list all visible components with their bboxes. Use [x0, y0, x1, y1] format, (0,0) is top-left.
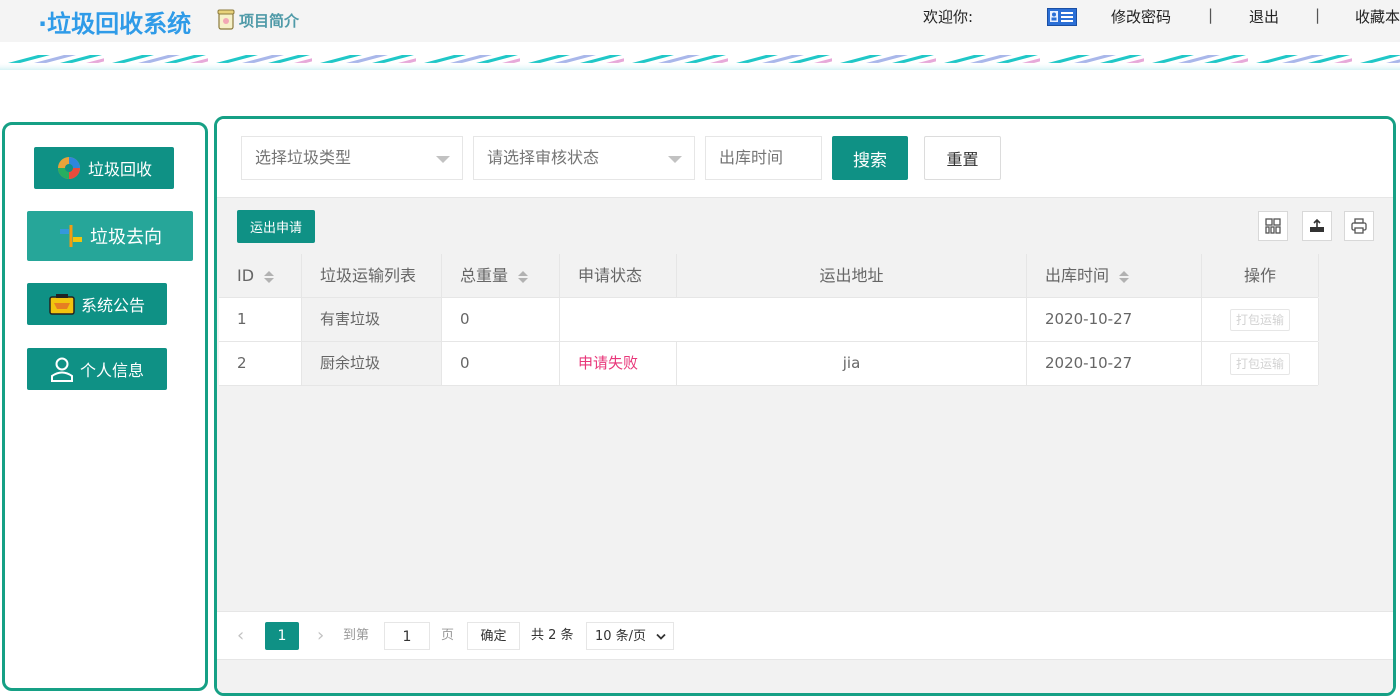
announcement-icon: [49, 294, 75, 315]
chevron-down-icon: [656, 633, 666, 640]
app-title: ·垃圾回收系统: [38, 10, 192, 38]
audit-status-placeholder: 请选择审核状态: [487, 148, 600, 167]
direction-icon: [60, 225, 82, 247]
table-row: 2 厨余垃圾 0 申请失败 jia 2020-10-27 打包运输: [219, 342, 1319, 386]
pagination: ‹ 1 › 到第 1 页 确定 共 2 条 10 条/页: [217, 611, 1393, 659]
sidebar: 垃圾回收 垃圾去向 系统公告 个人信息: [2, 122, 208, 691]
sidebar-item-personal-info[interactable]: 个人信息: [27, 348, 167, 390]
next-page-icon[interactable]: ›: [317, 622, 324, 650]
page-size-value: 10 条/页: [595, 629, 647, 644]
export-icon[interactable]: [1302, 211, 1332, 241]
total-count: 共 2 条: [531, 628, 574, 643]
decorative-stripe: [0, 50, 1400, 70]
separator: |: [1315, 6, 1321, 24]
sort-icon[interactable]: [518, 270, 529, 283]
audit-status-select[interactable]: 请选择审核状态: [473, 136, 695, 180]
cell-list: 厨余垃圾: [302, 342, 442, 385]
apply-shipment-button[interactable]: 运出申请: [237, 210, 315, 243]
sidebar-item-label: 个人信息: [79, 361, 144, 380]
columns-icon[interactable]: [1258, 211, 1288, 241]
cell-action: 打包运输: [1202, 342, 1319, 385]
cell-weight: 0: [442, 342, 560, 385]
column-header-id[interactable]: ID: [219, 254, 302, 297]
column-header-status: 申请状态: [560, 254, 677, 297]
chevron-down-icon: [436, 156, 450, 163]
cell-weight: 0: [442, 298, 560, 341]
cell-time: 2020-10-27: [1027, 298, 1202, 341]
cup-icon: [217, 9, 235, 30]
project-intro-link[interactable]: 项目简介: [216, 6, 299, 31]
chevron-down-icon: [668, 156, 682, 163]
panel-footer: [217, 659, 1393, 693]
goto-label: 到第: [343, 628, 370, 643]
table-header-row: ID 垃圾运输列表 总重量 申请状态 运出地址 出库时间 操作: [219, 254, 1319, 298]
sidebar-item-garbage-direction[interactable]: 垃圾去向: [27, 211, 193, 261]
prev-page-icon[interactable]: ‹: [237, 622, 244, 650]
cell-time: 2020-10-27: [1027, 342, 1202, 385]
goto-page-input[interactable]: 1: [384, 622, 430, 650]
filter-bar: 选择垃圾类型 请选择审核状态 出库时间 搜索 重置: [217, 119, 1393, 197]
cell-status: [560, 298, 677, 341]
garbage-type-placeholder: 选择垃圾类型: [255, 148, 352, 167]
cell-action: 打包运输: [1202, 298, 1319, 341]
favorite-link[interactable]: 收藏本: [1355, 6, 1400, 27]
sidebar-item-label: 系统公告: [80, 296, 145, 315]
page-unit-label: 页: [441, 628, 455, 643]
pack-transport-button[interactable]: 打包运输: [1229, 352, 1290, 375]
out-time-input[interactable]: 出库时间: [705, 136, 822, 180]
out-time-placeholder: 出库时间: [719, 148, 784, 167]
column-header-time[interactable]: 出库时间: [1027, 254, 1202, 297]
sidebar-item-label: 垃圾回收: [87, 160, 152, 179]
project-intro-label: 项目简介: [239, 12, 300, 30]
column-header-weight[interactable]: 总重量: [442, 254, 560, 297]
sort-icon[interactable]: [1119, 270, 1130, 283]
main-panel: 选择垃圾类型 请选择审核状态 出库时间 搜索 重置 运出申请 ID 垃圾运输列表…: [214, 116, 1396, 696]
search-button[interactable]: 搜索: [832, 136, 908, 180]
welcome-text: 欢迎你:: [923, 8, 974, 26]
sidebar-item-announcement[interactable]: 系统公告: [27, 283, 167, 325]
change-password-link[interactable]: 修改密码: [1111, 6, 1171, 27]
garbage-type-select[interactable]: 选择垃圾类型: [241, 136, 463, 180]
page-size-select[interactable]: 10 条/页: [586, 622, 674, 650]
sort-icon[interactable]: [264, 270, 275, 283]
id-card-icon[interactable]: [1047, 8, 1077, 26]
goto-confirm-button[interactable]: 确定: [467, 622, 520, 650]
page-number-current[interactable]: 1: [265, 622, 299, 650]
data-table: ID 垃圾运输列表 总重量 申请状态 运出地址 出库时间 操作 1 有害垃圾 0…: [219, 254, 1319, 386]
cell-id: 2: [219, 342, 302, 385]
sidebar-item-label: 垃圾去向: [90, 227, 162, 248]
print-icon[interactable]: [1344, 211, 1374, 241]
separator: |: [1208, 6, 1214, 24]
cell-address: [677, 298, 1027, 341]
cell-list: 有害垃圾: [302, 298, 442, 341]
column-header-address: 运出地址: [677, 254, 1027, 297]
logout-link[interactable]: 退出: [1249, 6, 1279, 27]
column-header-action: 操作: [1202, 254, 1319, 297]
sidebar-item-garbage-recycle[interactable]: 垃圾回收: [34, 147, 174, 189]
cell-id: 1: [219, 298, 302, 341]
pack-transport-button[interactable]: 打包运输: [1229, 308, 1290, 331]
recycle-icon: [57, 157, 80, 179]
cell-status: 申请失败: [560, 342, 677, 385]
top-header: ·垃圾回收系统 项目简介 欢迎你: 修改密码 | 退出 | 收藏本: [0, 0, 1400, 42]
cell-address: jia: [677, 342, 1027, 385]
column-header-list: 垃圾运输列表: [302, 254, 442, 297]
table-row: 1 有害垃圾 0 2020-10-27 打包运输: [219, 298, 1319, 342]
user-icon: [50, 357, 73, 382]
reset-button[interactable]: 重置: [924, 136, 1001, 180]
